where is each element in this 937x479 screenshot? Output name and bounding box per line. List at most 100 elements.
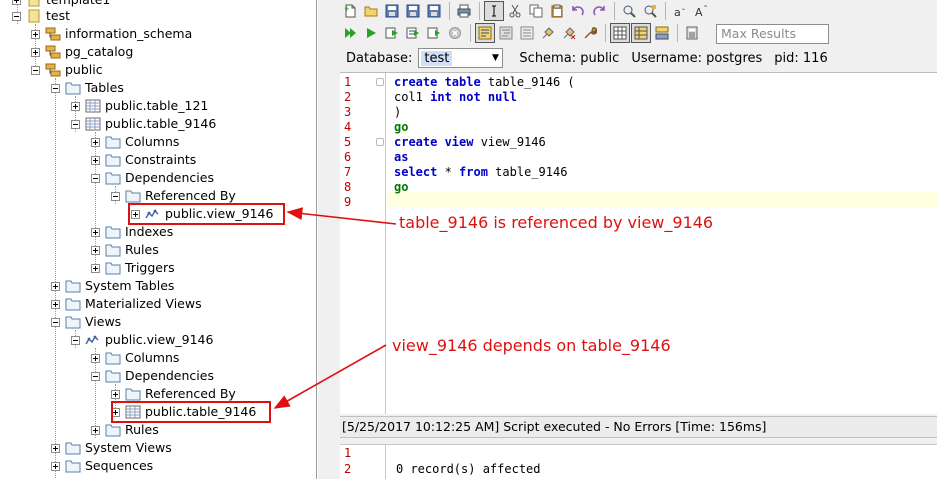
stop-button[interactable] (445, 23, 465, 43)
disconnect-button[interactable] (559, 23, 579, 43)
comment-button[interactable] (517, 23, 537, 43)
database-select[interactable]: test ▼ (418, 48, 504, 68)
copy-button[interactable] (526, 1, 546, 21)
expand-toggle[interactable] (91, 227, 100, 237)
tree-node-dependencies[interactable]: Dependencies (91, 169, 214, 187)
find-button[interactable] (619, 1, 639, 21)
chevron-down-icon[interactable]: ▼ (488, 49, 502, 67)
expand-toggle[interactable] (91, 263, 100, 273)
collapse-toggle[interactable] (91, 371, 100, 381)
output-panel[interactable]: 1 2 0 record(s) affected (340, 444, 937, 479)
tree-node-system-tables[interactable]: System Tables (51, 277, 174, 295)
tree-node-materialized-views[interactable]: Materialized Views (51, 295, 202, 313)
tree-node-pg-catalog[interactable]: pg_catalog (31, 43, 133, 61)
results-text-button[interactable] (631, 23, 651, 43)
results-grid-button[interactable] (610, 23, 630, 43)
connect-button[interactable] (538, 23, 558, 43)
new-file-button[interactable]: + (340, 1, 360, 21)
paste-button[interactable] (547, 1, 567, 21)
run-button[interactable] (361, 23, 381, 43)
collapse-toggle[interactable] (91, 173, 100, 183)
fold-marker[interactable] (376, 78, 384, 86)
tree-node-tables[interactable]: Tables (51, 79, 124, 97)
expand-toggle[interactable] (51, 461, 60, 471)
save-button[interactable] (382, 1, 402, 21)
collapse-toggle[interactable] (12, 11, 21, 21)
tree-node-rules[interactable]: Rules (91, 241, 159, 259)
tree-node-indexes[interactable]: Indexes (91, 223, 173, 241)
tree-node-table-121[interactable]: public.table_121 (71, 97, 208, 115)
expand-toggle[interactable] (91, 245, 100, 255)
undo-button[interactable] (568, 1, 588, 21)
code-line[interactable]: ) (394, 105, 401, 120)
tree-node-view-dependencies[interactable]: Dependencies (91, 367, 214, 385)
save-as-button[interactable] (403, 1, 423, 21)
collapse-toggle[interactable] (31, 65, 40, 75)
expand-toggle[interactable] (91, 137, 100, 147)
expand-toggle[interactable] (51, 299, 60, 309)
tree-node-columns[interactable]: Columns (91, 133, 179, 151)
object-tree[interactable]: template1 test information_schema pg_cat… (0, 0, 317, 479)
open-file-button[interactable] (361, 1, 381, 21)
expand-toggle[interactable] (111, 389, 120, 399)
expand-toggle[interactable] (91, 155, 100, 165)
code-line[interactable]: create table table_9146 ( (394, 75, 575, 90)
table-icon (85, 99, 101, 113)
tree-node-information-schema[interactable]: information_schema (31, 25, 192, 43)
code-line[interactable]: col1 int not null (394, 90, 517, 105)
collapse-toggle[interactable] (111, 191, 120, 201)
code-line[interactable]: create view view_9146 (394, 135, 546, 150)
tree-node-sequences[interactable]: Sequences (51, 457, 153, 475)
lowercase-button[interactable]: a ⌄ (670, 1, 690, 21)
redo-button[interactable] (589, 1, 609, 21)
tree-node-view-rules[interactable]: Rules (91, 421, 159, 439)
code-line[interactable]: go (394, 120, 408, 135)
print-button[interactable] (454, 1, 474, 21)
tree-node-view-columns[interactable]: Columns (91, 349, 179, 367)
tree-node-triggers[interactable]: Triggers (91, 259, 175, 277)
tree-node-views[interactable]: Views (51, 313, 121, 331)
expand-toggle[interactable] (91, 425, 100, 435)
tree-node-public[interactable]: public (31, 61, 103, 79)
collapse-toggle[interactable] (51, 83, 60, 93)
fold-marker[interactable] (376, 138, 384, 146)
code-line[interactable]: select * from table_9146 (394, 165, 567, 180)
code-line[interactable]: as (394, 150, 408, 165)
expand-toggle[interactable] (91, 353, 100, 363)
insert-button[interactable] (484, 1, 504, 21)
run-statement-button[interactable] (382, 23, 402, 43)
execution-plan-button[interactable] (475, 23, 495, 43)
expand-toggle[interactable] (71, 101, 80, 111)
run-all-button[interactable] (340, 23, 360, 43)
database-label: Database: (346, 50, 413, 66)
sql-editor[interactable]: 123456789 create table table_9146 (col1 … (340, 72, 937, 414)
expand-toggle[interactable] (12, 0, 21, 5)
code-token: col1 (394, 90, 431, 104)
calculator-button[interactable] (682, 23, 702, 43)
format-button[interactable] (496, 23, 516, 43)
expand-toggle[interactable] (51, 443, 60, 453)
tree-node-constraints[interactable]: Constraints (91, 151, 196, 169)
collapse-toggle[interactable] (71, 335, 80, 345)
tree-node-table-9146[interactable]: public.table_9146 (71, 115, 216, 133)
run-selection-button[interactable] (403, 23, 423, 43)
tree-node-system-views[interactable]: System Views (51, 439, 172, 457)
expand-toggle[interactable] (51, 281, 60, 291)
cut-button[interactable] (505, 1, 525, 21)
tree-node-view-9146[interactable]: public.view_9146 (71, 331, 213, 349)
transaction-button[interactable] (580, 23, 600, 43)
max-results-input[interactable]: Max Results (716, 24, 829, 44)
save-all-button[interactable] (424, 1, 444, 21)
code-line[interactable]: go (394, 180, 408, 195)
collapse-toggle[interactable] (51, 317, 60, 327)
folder-icon (105, 244, 121, 257)
tree-node-test[interactable]: test (12, 7, 70, 25)
tree-node-label: Indexes (125, 224, 174, 239)
expand-toggle[interactable] (31, 47, 40, 57)
expand-toggle[interactable] (31, 29, 40, 39)
find-replace-button[interactable] (640, 1, 660, 21)
uppercase-button[interactable]: A ^ (691, 1, 711, 21)
collapse-toggle[interactable] (71, 119, 80, 129)
run-to-cursor-button[interactable] (424, 23, 444, 43)
results-file-button[interactable] (652, 23, 672, 43)
